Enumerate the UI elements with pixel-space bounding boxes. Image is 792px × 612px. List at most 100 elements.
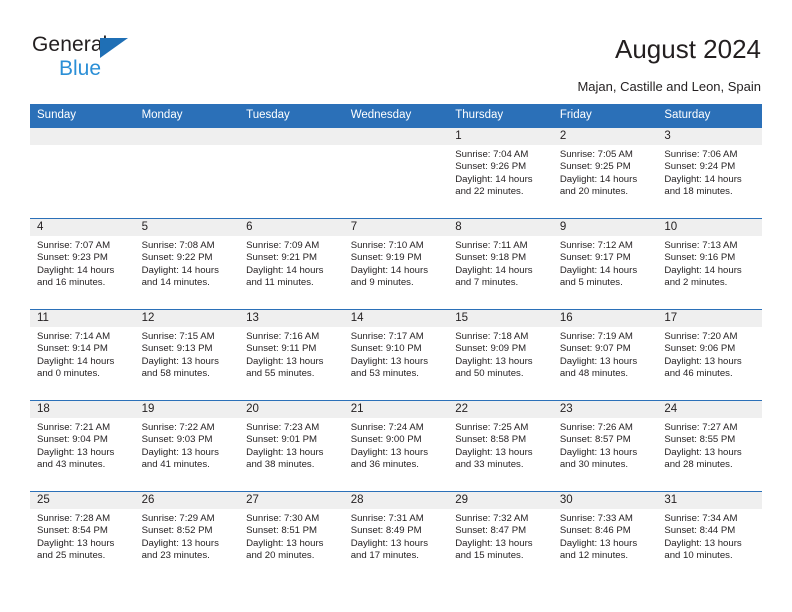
calendar-day-cell[interactable]: 5 Sunrise: 7:08 AM Sunset: 9:22 PM Daylight… (134, 218, 240, 310)
day-details: Sunrise: 7:10 AM Sunset: 9:19 PM Daylight:… (344, 236, 449, 290)
logo-word-general: General (32, 33, 108, 56)
calendar-day-cell-empty (343, 128, 449, 219)
sunset-time: Sunset: 8:49 PM (350, 525, 422, 537)
calendar-day-cell[interactable]: 4 Sunrise: 7:07 AM Sunset: 9:23 PM Daylight… (30, 218, 135, 310)
daylight-duration-line1: Daylight: 14 hours (559, 264, 638, 276)
day-details: Sunrise: 7:17 AM Sunset: 9:10 PM Daylight:… (344, 327, 449, 381)
calendar-day-cell[interactable]: 20 Sunrise: 7:23 AM Sunset: 9:01 PM Dayligh… (239, 400, 344, 492)
sunset-time: Sunset: 9:13 PM (141, 343, 213, 355)
calendar-day-cell[interactable]: 28 Sunrise: 7:31 AM Sunset: 8:49 PM Dayligh… (343, 491, 449, 582)
sunset-time: Sunset: 9:14 PM (37, 343, 108, 355)
day-details: Sunrise: 7:13 AM Sunset: 9:16 PM Daylight:… (657, 236, 762, 290)
daylight-duration-line1: Daylight: 13 hours (664, 446, 742, 458)
calendar-day-cell[interactable]: 29 Sunrise: 7:32 AM Sunset: 8:47 PM Dayligh… (448, 491, 553, 582)
calendar-day-cell[interactable]: 16 Sunrise: 7:19 AM Sunset: 9:07 PM Dayligh… (552, 309, 658, 401)
day-number: 2 (552, 128, 658, 145)
calendar-day-cell[interactable]: 19 Sunrise: 7:22 AM Sunset: 9:03 PM Dayligh… (134, 400, 240, 492)
sunrise-time: Sunrise: 7:10 AM (350, 240, 424, 251)
calendar-day-cell[interactable]: 23 Sunrise: 7:26 AM Sunset: 8:57 PM Dayligh… (552, 400, 658, 492)
sunset-time: Sunset: 8:57 PM (559, 434, 631, 446)
calendar-day-cell[interactable]: 6 Sunrise: 7:09 AM Sunset: 9:21 PM Daylight… (239, 218, 344, 310)
day-details: Sunrise: 7:31 AM Sunset: 8:49 PM Daylight:… (344, 509, 449, 563)
calendar-day-cell[interactable]: 30 Sunrise: 7:33 AM Sunset: 8:46 PM Dayligh… (552, 491, 658, 582)
sunrise-time: Sunrise: 7:05 AM (559, 149, 633, 160)
daylight-duration-line1: Daylight: 13 hours (246, 446, 324, 458)
day-number: 13 (239, 310, 344, 327)
calendar-day-cell[interactable]: 24 Sunrise: 7:27 AM Sunset: 8:55 PM Dayligh… (657, 400, 762, 492)
general-blue-logo[interactable]: General Blue (32, 33, 212, 85)
sunset-time: Sunset: 9:09 PM (455, 343, 527, 355)
sunset-time: Sunset: 8:44 PM (664, 525, 736, 537)
day-number (239, 128, 344, 145)
calendar-week-row: 18 Sunrise: 7:21 AM Sunset: 9:04 PM Dayligh… (30, 400, 762, 492)
calendar-week-row: 1 Sunrise: 7:04 AM Sunset: 9:26 PM Daylight… (30, 128, 762, 219)
calendar-day-cell[interactable]: 26 Sunrise: 7:29 AM Sunset: 8:52 PM Dayligh… (134, 491, 240, 582)
day-details: Sunrise: 7:21 AM Sunset: 9:04 PM Daylight:… (30, 418, 135, 472)
calendar-day-cell[interactable]: 18 Sunrise: 7:21 AM Sunset: 9:04 PM Dayligh… (30, 400, 135, 492)
sunrise-time: Sunrise: 7:12 AM (559, 240, 633, 251)
calendar-day-cell[interactable]: 12 Sunrise: 7:15 AM Sunset: 9:13 PM Dayligh… (134, 309, 240, 401)
calendar-day-cell[interactable]: 22 Sunrise: 7:25 AM Sunset: 8:58 PM Dayligh… (448, 400, 553, 492)
sunset-time: Sunset: 9:26 PM (455, 161, 527, 173)
calendar-day-cell[interactable]: 8 Sunrise: 7:11 AM Sunset: 9:18 PM Daylight… (448, 218, 553, 310)
calendar-day-cell[interactable]: 7 Sunrise: 7:10 AM Sunset: 9:19 PM Daylight… (343, 218, 449, 310)
sunset-time: Sunset: 9:19 PM (350, 252, 422, 264)
calendar-day-cell[interactable]: 21 Sunrise: 7:24 AM Sunset: 9:00 PM Dayligh… (343, 400, 449, 492)
sunset-time: Sunset: 9:23 PM (37, 252, 108, 264)
sunset-time: Sunset: 8:55 PM (664, 434, 736, 446)
day-details: Sunrise: 7:33 AM Sunset: 8:46 PM Daylight:… (553, 509, 658, 563)
day-details: Sunrise: 7:05 AM Sunset: 9:25 PM Daylight:… (553, 145, 658, 199)
day-number: 31 (657, 492, 762, 509)
calendar-day-cell[interactable]: 27 Sunrise: 7:30 AM Sunset: 8:51 PM Dayligh… (239, 491, 344, 582)
daylight-duration-line1: Daylight: 13 hours (141, 355, 219, 367)
calendar-day-cell[interactable]: 10 Sunrise: 7:13 AM Sunset: 9:16 PM Dayligh… (657, 218, 762, 310)
calendar-day-cell[interactable]: 25 Sunrise: 7:28 AM Sunset: 8:54 PM Dayligh… (30, 491, 135, 582)
calendar-day-cell[interactable]: 2 Sunrise: 7:05 AM Sunset: 9:25 PM Daylight… (552, 128, 658, 219)
calendar-day-cell[interactable]: 31 Sunrise: 7:34 AM Sunset: 8:44 PM Dayligh… (657, 491, 762, 582)
daylight-duration-line1: Daylight: 13 hours (350, 355, 429, 367)
sunset-time: Sunset: 9:24 PM (664, 161, 736, 173)
calendar-day-cell[interactable]: 11 Sunrise: 7:14 AM Sunset: 9:14 PM Dayligh… (30, 309, 135, 401)
calendar-day-cell[interactable]: 15 Sunrise: 7:18 AM Sunset: 9:09 PM Dayligh… (448, 309, 553, 401)
daylight-duration-line1: Daylight: 13 hours (455, 446, 533, 458)
sunrise-time: Sunrise: 7:17 AM (350, 331, 424, 342)
day-number: 27 (239, 492, 344, 509)
day-details: Sunrise: 7:06 AM Sunset: 9:24 PM Daylight:… (657, 145, 762, 199)
daylight-duration-line1: Daylight: 13 hours (664, 537, 742, 549)
daylight-duration-line1: Daylight: 14 hours (141, 264, 219, 276)
daylight-duration-line1: Daylight: 14 hours (37, 264, 115, 276)
sunrise-time: Sunrise: 7:33 AM (559, 513, 633, 524)
day-number: 12 (134, 310, 240, 327)
daylight-duration-line2: and 9 minutes. (350, 277, 414, 289)
daylight-duration-line1: Daylight: 13 hours (350, 537, 429, 549)
daylight-duration-line2: and 38 minutes. (246, 459, 315, 471)
daylight-duration-line1: Daylight: 13 hours (37, 537, 115, 549)
sunrise-time: Sunrise: 7:26 AM (559, 422, 633, 433)
calendar-day-cell[interactable]: 1 Sunrise: 7:04 AM Sunset: 9:26 PM Daylight… (448, 128, 553, 219)
daylight-duration-line2: and 5 minutes. (559, 277, 623, 289)
day-details: Sunrise: 7:12 AM Sunset: 9:17 PM Daylight:… (553, 236, 658, 290)
calendar-day-cell[interactable]: 13 Sunrise: 7:16 AM Sunset: 9:11 PM Dayligh… (239, 309, 344, 401)
daylight-duration-line1: Daylight: 13 hours (246, 355, 324, 367)
daylight-duration-line2: and 50 minutes. (455, 368, 524, 380)
day-number (343, 128, 449, 145)
calendar-day-cell[interactable]: 17 Sunrise: 7:20 AM Sunset: 9:06 PM Dayligh… (657, 309, 762, 401)
day-details: Sunrise: 7:22 AM Sunset: 9:03 PM Daylight:… (135, 418, 240, 472)
calendar-day-cell[interactable]: 14 Sunrise: 7:17 AM Sunset: 9:10 PM Dayligh… (343, 309, 449, 401)
calendar-day-cell[interactable]: 3 Sunrise: 7:06 AM Sunset: 9:24 PM Daylight… (657, 128, 762, 219)
daylight-duration-line2: and 14 minutes. (141, 277, 210, 289)
day-number: 4 (30, 219, 135, 236)
day-number (134, 128, 240, 145)
sunrise-time: Sunrise: 7:20 AM (664, 331, 738, 342)
daylight-duration-line1: Daylight: 14 hours (37, 355, 115, 367)
sunrise-time: Sunrise: 7:06 AM (664, 149, 738, 160)
daylight-duration-line2: and 23 minutes. (141, 550, 210, 562)
page-title: August 2024 (614, 34, 761, 64)
weekday-header-friday: Friday (552, 104, 658, 128)
page-header: General Blue August 2024 Majan, Castille… (0, 0, 792, 100)
sunrise-time: Sunrise: 7:31 AM (350, 513, 424, 524)
daylight-duration-line1: Daylight: 14 hours (246, 264, 324, 276)
sunrise-time: Sunrise: 7:21 AM (37, 422, 111, 433)
sunrise-time: Sunrise: 7:16 AM (246, 331, 320, 342)
calendar-day-cell[interactable]: 9 Sunrise: 7:12 AM Sunset: 9:17 PM Daylight… (552, 218, 658, 310)
